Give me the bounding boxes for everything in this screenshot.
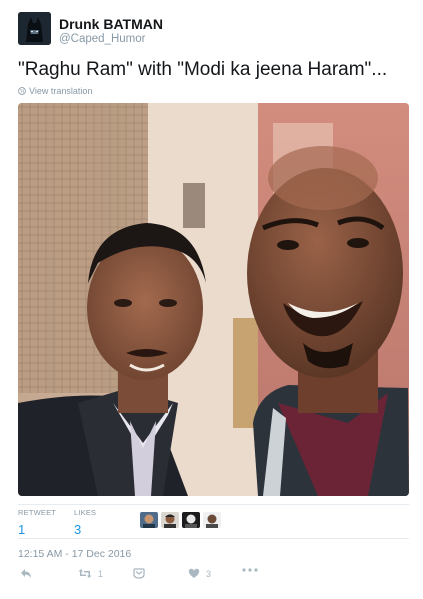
retweet-count: 1 [98,568,104,579]
like-button[interactable]: 3 [188,568,211,579]
dm-button[interactable] [133,568,145,579]
display-name[interactable]: Drunk BATMAN [59,16,163,32]
retweet-stat-value: 1 [18,522,26,537]
tweet-timestamp[interactable]: 12:15 AM - 17 Dec 2016 [18,548,131,560]
reply-button[interactable] [20,568,32,579]
likers-avatars [140,512,221,528]
liker-avatar[interactable] [182,512,200,528]
retweet-stat[interactable]: RETWEET 1 [18,508,56,537]
liker-avatar[interactable] [140,512,158,528]
stats-divider-top [18,504,409,505]
likes-stat-label: LIKES [74,508,97,517]
reply-icon [21,569,31,578]
stats-divider-bottom [18,538,409,539]
dm-icon [133,568,145,579]
view-translation-link[interactable]: View translation [18,86,92,96]
liker-avatar[interactable] [161,512,179,528]
retweet-button[interactable]: 1 [78,568,103,579]
globe-icon [18,87,26,95]
more-icon [242,568,258,572]
retweet-stat-label: RETWEET [18,508,57,517]
retweet-icon [78,569,92,578]
tweet-photo[interactable] [18,103,409,496]
user-handle[interactable]: @Caped_Humor [59,33,145,45]
tweet-actions: 1 3 [18,566,409,586]
tweet-text: "Raghu Ram" with "Modi ka jeena Haram"..… [18,59,388,80]
likes-stat-value: 3 [74,522,82,537]
liker-avatar[interactable] [203,512,221,528]
like-count: 3 [206,568,212,579]
heart-icon [188,568,200,578]
more-button[interactable] [242,568,258,572]
view-translation-label: View translation [29,86,93,96]
likes-stat[interactable]: LIKES 3 [74,508,96,537]
avatar[interactable] [18,12,51,45]
tweet-header: Drunk BATMAN @Caped_Humor [18,12,408,48]
